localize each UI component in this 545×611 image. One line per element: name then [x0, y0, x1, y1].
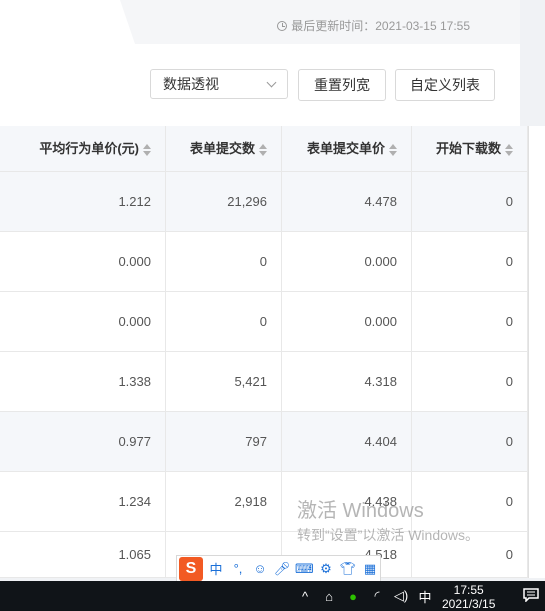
custom-list-button[interactable]: 自定义列表	[395, 69, 495, 101]
wifi-icon[interactable]: ◜	[369, 588, 385, 604]
sogou-logo-icon[interactable]: S	[179, 556, 203, 581]
table-cell: 0.000	[282, 292, 412, 351]
ime-toolbar: S 中 °, ☺ 🎤︎ ⌨ ⚙ 👕︎ ▦	[176, 555, 381, 582]
table-row[interactable]: 0.977 797 4.404 0	[0, 412, 528, 472]
table-cell: 1.065	[0, 532, 166, 577]
chevron-up-icon[interactable]: ^	[297, 589, 313, 604]
input-language[interactable]: 中	[417, 587, 433, 606]
top-bar: 最后更新时间：2021-03-15 17:55	[0, 0, 520, 44]
view-select[interactable]: 数据透视	[150, 69, 288, 99]
table-cell: 0.000	[0, 292, 166, 351]
volume-icon[interactable]: ◁)	[393, 588, 409, 604]
watermark-title: 激活 Windows	[297, 500, 424, 522]
table-cell: 0	[166, 232, 282, 291]
ime-punctuation-toggle[interactable]: °,	[229, 561, 247, 576]
system-tray: ^ ⌂ ● ◜ ◁) 中	[297, 581, 433, 611]
taskbar-time: 17:55	[453, 583, 484, 597]
sort-icon[interactable]	[389, 143, 397, 157]
table-header: 平均行为单价(元) 表单提交数 表单提交单价 开始下载数	[0, 126, 528, 172]
toolbar-panel: 数据透视 重置列宽 自定义列表	[0, 44, 520, 126]
table-cell: 0.977	[0, 412, 166, 471]
network-icon[interactable]: ⌂	[321, 589, 337, 604]
table-row[interactable]: 0.000 0 0.000 0	[0, 232, 528, 292]
emoji-icon[interactable]: ☺	[251, 561, 269, 576]
table-cell: 0	[412, 352, 528, 411]
table-cell: 0	[412, 292, 528, 351]
clock-icon	[277, 20, 288, 31]
table-cell: 1.338	[0, 352, 166, 411]
windows-taskbar: ^ ⌂ ● ◜ ◁) 中 17:55 2021/3/15	[0, 581, 545, 611]
table-cell: 0	[412, 412, 528, 471]
table-cell: 1.212	[0, 172, 166, 231]
activation-watermark: 激活 Windows 转到“设置”以激活 Windows。	[297, 494, 479, 545]
table-cell: 0	[412, 232, 528, 291]
table-cell: 4.478	[282, 172, 412, 231]
active-tab[interactable]	[0, 0, 135, 44]
table-row[interactable]: 1.212 21,296 4.478 0	[0, 172, 528, 232]
sort-icon[interactable]	[143, 143, 151, 157]
table-cell: 0	[166, 292, 282, 351]
column-header[interactable]: 表单提交数	[166, 126, 282, 171]
chevron-down-icon	[266, 77, 277, 88]
column-header[interactable]: 表单提交单价	[282, 126, 412, 171]
table-cell: 21,296	[166, 172, 282, 231]
notification-icon[interactable]	[523, 588, 539, 602]
table-cell: 5,421	[166, 352, 282, 411]
table-row[interactable]: 0.000 0 0.000 0	[0, 292, 528, 352]
table-cell: 0.000	[282, 232, 412, 291]
keyboard-icon[interactable]: ⌨	[295, 561, 314, 577]
table-cell: 4.318	[282, 352, 412, 411]
watermark-subtitle: 转到“设置”以激活 Windows。	[297, 527, 480, 543]
microphone-icon[interactable]: 🎤︎	[273, 561, 291, 577]
table-cell: 1.234	[0, 472, 166, 531]
table-cell: 0.000	[0, 232, 166, 291]
next-column-edge	[528, 126, 545, 578]
table-cell: 797	[166, 412, 282, 471]
column-header[interactable]: 开始下载数	[412, 126, 528, 171]
grid-menu-icon[interactable]: ▦	[361, 561, 379, 577]
taskbar-clock[interactable]: 17:55 2021/3/15	[442, 583, 495, 611]
last-update-text: 最后更新时间：2021-03-15 17:55	[291, 19, 470, 33]
table-cell: 0	[412, 172, 528, 231]
last-update-info: 最后更新时间：2021-03-15 17:55	[277, 17, 470, 34]
sort-icon[interactable]	[505, 143, 513, 157]
skin-icon[interactable]: 👕︎	[339, 561, 357, 577]
reset-column-width-button[interactable]: 重置列宽	[298, 69, 386, 101]
table-row[interactable]: 1.338 5,421 4.318 0	[0, 352, 528, 412]
wechat-icon[interactable]: ●	[345, 589, 361, 604]
ime-language-toggle[interactable]: 中	[207, 559, 225, 578]
toolbox-icon[interactable]: ⚙	[317, 561, 335, 577]
column-header[interactable]: 平均行为单价(元)	[0, 126, 166, 171]
table-cell: 2,918	[166, 472, 282, 531]
view-select-value: 数据透视	[163, 76, 219, 92]
taskbar-date: 2021/3/15	[442, 597, 496, 611]
sort-icon[interactable]	[259, 143, 267, 157]
table-cell: 4.404	[282, 412, 412, 471]
